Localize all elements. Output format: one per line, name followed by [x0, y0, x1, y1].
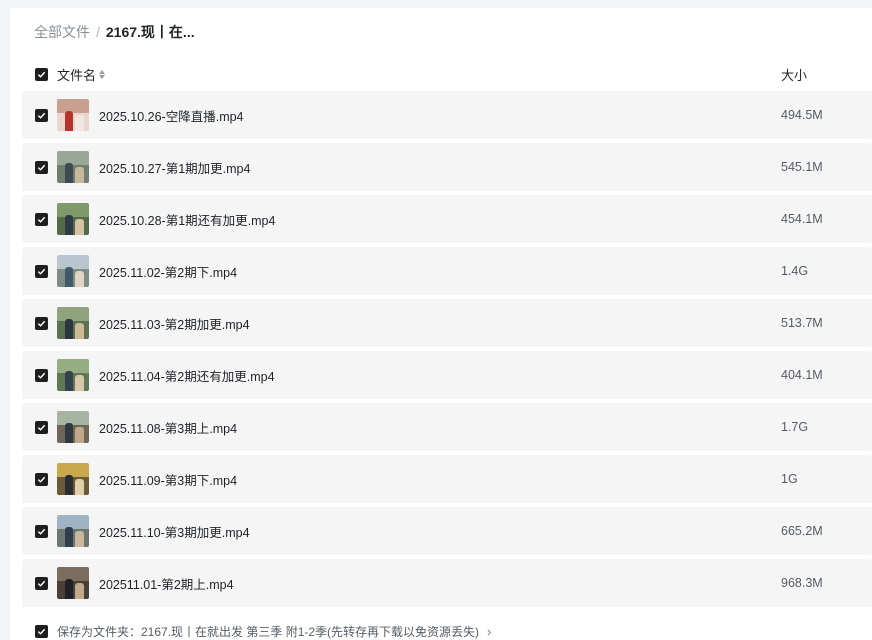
video-thumbnail [57, 255, 89, 287]
video-thumbnail [57, 359, 89, 391]
file-name[interactable]: 2025.11.09-第3期下.mp4 [99, 470, 237, 489]
check-icon [37, 528, 46, 535]
check-icon [37, 372, 46, 379]
save-as-folder-checkbox[interactable] [35, 624, 48, 638]
file-row[interactable]: 202511.01-第2期上.mp4 968.3M [22, 559, 872, 607]
file-list: 2025.10.26-空降直播.mp4 494.5M 2025.10.27-第1期加… [22, 91, 872, 611]
file-row[interactable]: 2025.11.03-第2期加更.mp4 513.7M [22, 299, 872, 347]
file-name[interactable]: 2025.11.10-第3期加更.mp4 [99, 522, 250, 541]
column-header-name[interactable]: 文件名 [57, 65, 106, 84]
file-size: 404.1M [781, 368, 823, 382]
file-row[interactable]: 2025.10.26-空降直播.mp4 494.5M [22, 91, 872, 139]
chevron-right-icon[interactable]: › [487, 624, 491, 639]
file-row[interactable]: 2025.11.09-第3期下.mp4 1G [22, 455, 872, 503]
video-thumbnail [57, 567, 89, 599]
file-row[interactable]: 2025.11.04-第2期还有加更.mp4 404.1M [22, 351, 872, 399]
file-row[interactable]: 2025.11.10-第3期加更.mp4 665.2M [22, 507, 872, 555]
file-size: 513.7M [781, 316, 823, 330]
file-checkbox[interactable] [35, 472, 48, 486]
file-checkbox[interactable] [35, 420, 48, 434]
file-name[interactable]: 2025.11.03-第2期加更.mp4 [99, 314, 250, 333]
file-share-panel: 全部文件 / 2167.现丨在... 文件名 大小 2025.10.26-空降直… [10, 8, 872, 640]
column-header-name-label: 文件名 [57, 67, 97, 83]
breadcrumb-root-link[interactable]: 全部文件 [34, 22, 90, 42]
video-thumbnail [57, 203, 89, 235]
file-row[interactable]: 2025.10.27-第1期加更.mp4 545.1M [22, 143, 872, 191]
video-thumbnail [57, 151, 89, 183]
file-checkbox[interactable] [35, 576, 48, 590]
check-icon [37, 476, 46, 483]
file-size: 1.4G [781, 264, 809, 278]
file-size: 968.3M [781, 576, 823, 590]
check-icon [37, 71, 46, 78]
file-name[interactable]: 2025.10.26-空降直播.mp4 [99, 106, 244, 125]
file-row[interactable]: 2025.11.02-第2期下.mp4 1.4G [22, 247, 872, 295]
file-row[interactable]: 2025.11.08-第3期上.mp4 1.7G [22, 403, 872, 451]
file-name[interactable]: 2025.11.02-第2期下.mp4 [99, 262, 237, 281]
video-thumbnail [57, 99, 89, 131]
check-icon [37, 424, 46, 431]
file-size: 1G [781, 472, 798, 486]
file-checkbox[interactable] [35, 368, 48, 382]
file-checkbox[interactable] [35, 316, 48, 330]
check-icon [37, 164, 46, 171]
breadcrumb-separator: / [96, 24, 100, 40]
video-thumbnail [57, 307, 89, 339]
file-name[interactable]: 2025.11.08-第3期上.mp4 [99, 418, 237, 437]
file-checkbox[interactable] [35, 264, 48, 278]
column-header-size: 大小 [781, 67, 808, 83]
file-size: 454.1M [781, 212, 823, 226]
check-icon [37, 628, 46, 635]
file-size: 494.5M [781, 108, 823, 122]
breadcrumb: 全部文件 / 2167.现丨在... [34, 22, 195, 42]
file-name[interactable]: 2025.10.27-第1期加更.mp4 [99, 158, 250, 177]
file-size: 545.1M [781, 160, 823, 174]
file-checkbox[interactable] [35, 524, 48, 538]
file-checkbox[interactable] [35, 212, 48, 226]
file-row[interactable]: 2025.10.28-第1期还有加更.mp4 454.1M [22, 195, 872, 243]
file-name[interactable]: 202511.01-第2期上.mp4 [99, 574, 234, 593]
check-icon [37, 320, 46, 327]
check-icon [37, 216, 46, 223]
check-icon [37, 268, 46, 275]
select-all-checkbox[interactable] [35, 67, 48, 81]
video-thumbnail [57, 515, 89, 547]
file-checkbox[interactable] [35, 160, 48, 174]
file-name[interactable]: 2025.11.04-第2期还有加更.mp4 [99, 366, 275, 385]
file-checkbox[interactable] [35, 108, 48, 122]
sort-icon[interactable] [99, 69, 106, 79]
file-size: 665.2M [781, 524, 823, 538]
file-size: 1.7G [781, 420, 809, 434]
file-list-header: 文件名 大小 [22, 60, 872, 88]
breadcrumb-current-folder: 2167.现丨在... [105, 24, 195, 40]
save-destination-text: 保存为文件夹：2167.现丨在就出发 第三季 附1-2季(先转存再下载以免资源丢… [57, 624, 480, 639]
video-thumbnail [57, 411, 89, 443]
video-thumbnail [57, 463, 89, 495]
check-icon [37, 112, 46, 119]
check-icon [37, 580, 46, 587]
file-name[interactable]: 2025.10.28-第1期还有加更.mp4 [99, 210, 275, 229]
save-destination-bar: 保存为文件夹：2167.现丨在就出发 第三季 附1-2季(先转存再下载以免资源丢… [22, 620, 872, 640]
